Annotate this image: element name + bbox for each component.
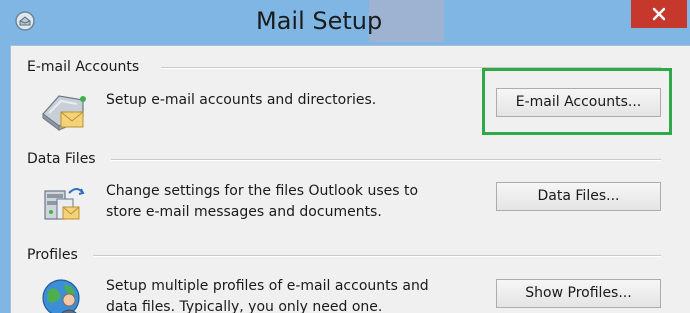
data-files-description-line-2: store e-mail messages and documents. [106,204,382,220]
close-button[interactable] [631,0,687,28]
mail-setup-window: Mail Setup E-mail Accounts Setup e-mail … [0,0,690,313]
profiles-description-line-1: Setup multiple profiles of e-mail accoun… [106,278,429,294]
data-files-button[interactable]: Data Files... [496,182,661,211]
show-profiles-button[interactable]: Show Profiles... [496,279,661,308]
profiles-icon [39,274,89,313]
email-accounts-button[interactable]: E-mail Accounts... [496,88,661,117]
data-files-description-line-1: Change settings for the files Outlook us… [106,183,419,199]
outlook-mail-icon[interactable] [14,10,36,32]
email-accounts-description: Setup e-mail accounts and directories. [106,92,377,108]
email-accounts-divider [161,67,661,69]
profiles-description-line-2: data files. Typically, you only need one… [106,299,383,313]
data-files-divider [111,159,661,161]
email-accounts-heading: E-mail Accounts [27,59,143,75]
profiles-divider [93,255,661,257]
dialog-body: E-mail Accounts Setup e-mail accounts an… [10,45,690,313]
title-bar[interactable]: Mail Setup [0,0,690,42]
data-files-heading: Data Files [27,151,99,167]
window-title: Mail Setup [256,7,383,35]
email-accounts-icon [39,86,89,136]
profiles-heading: Profiles [27,247,81,263]
close-icon [652,7,666,21]
data-files-icon [39,179,89,229]
